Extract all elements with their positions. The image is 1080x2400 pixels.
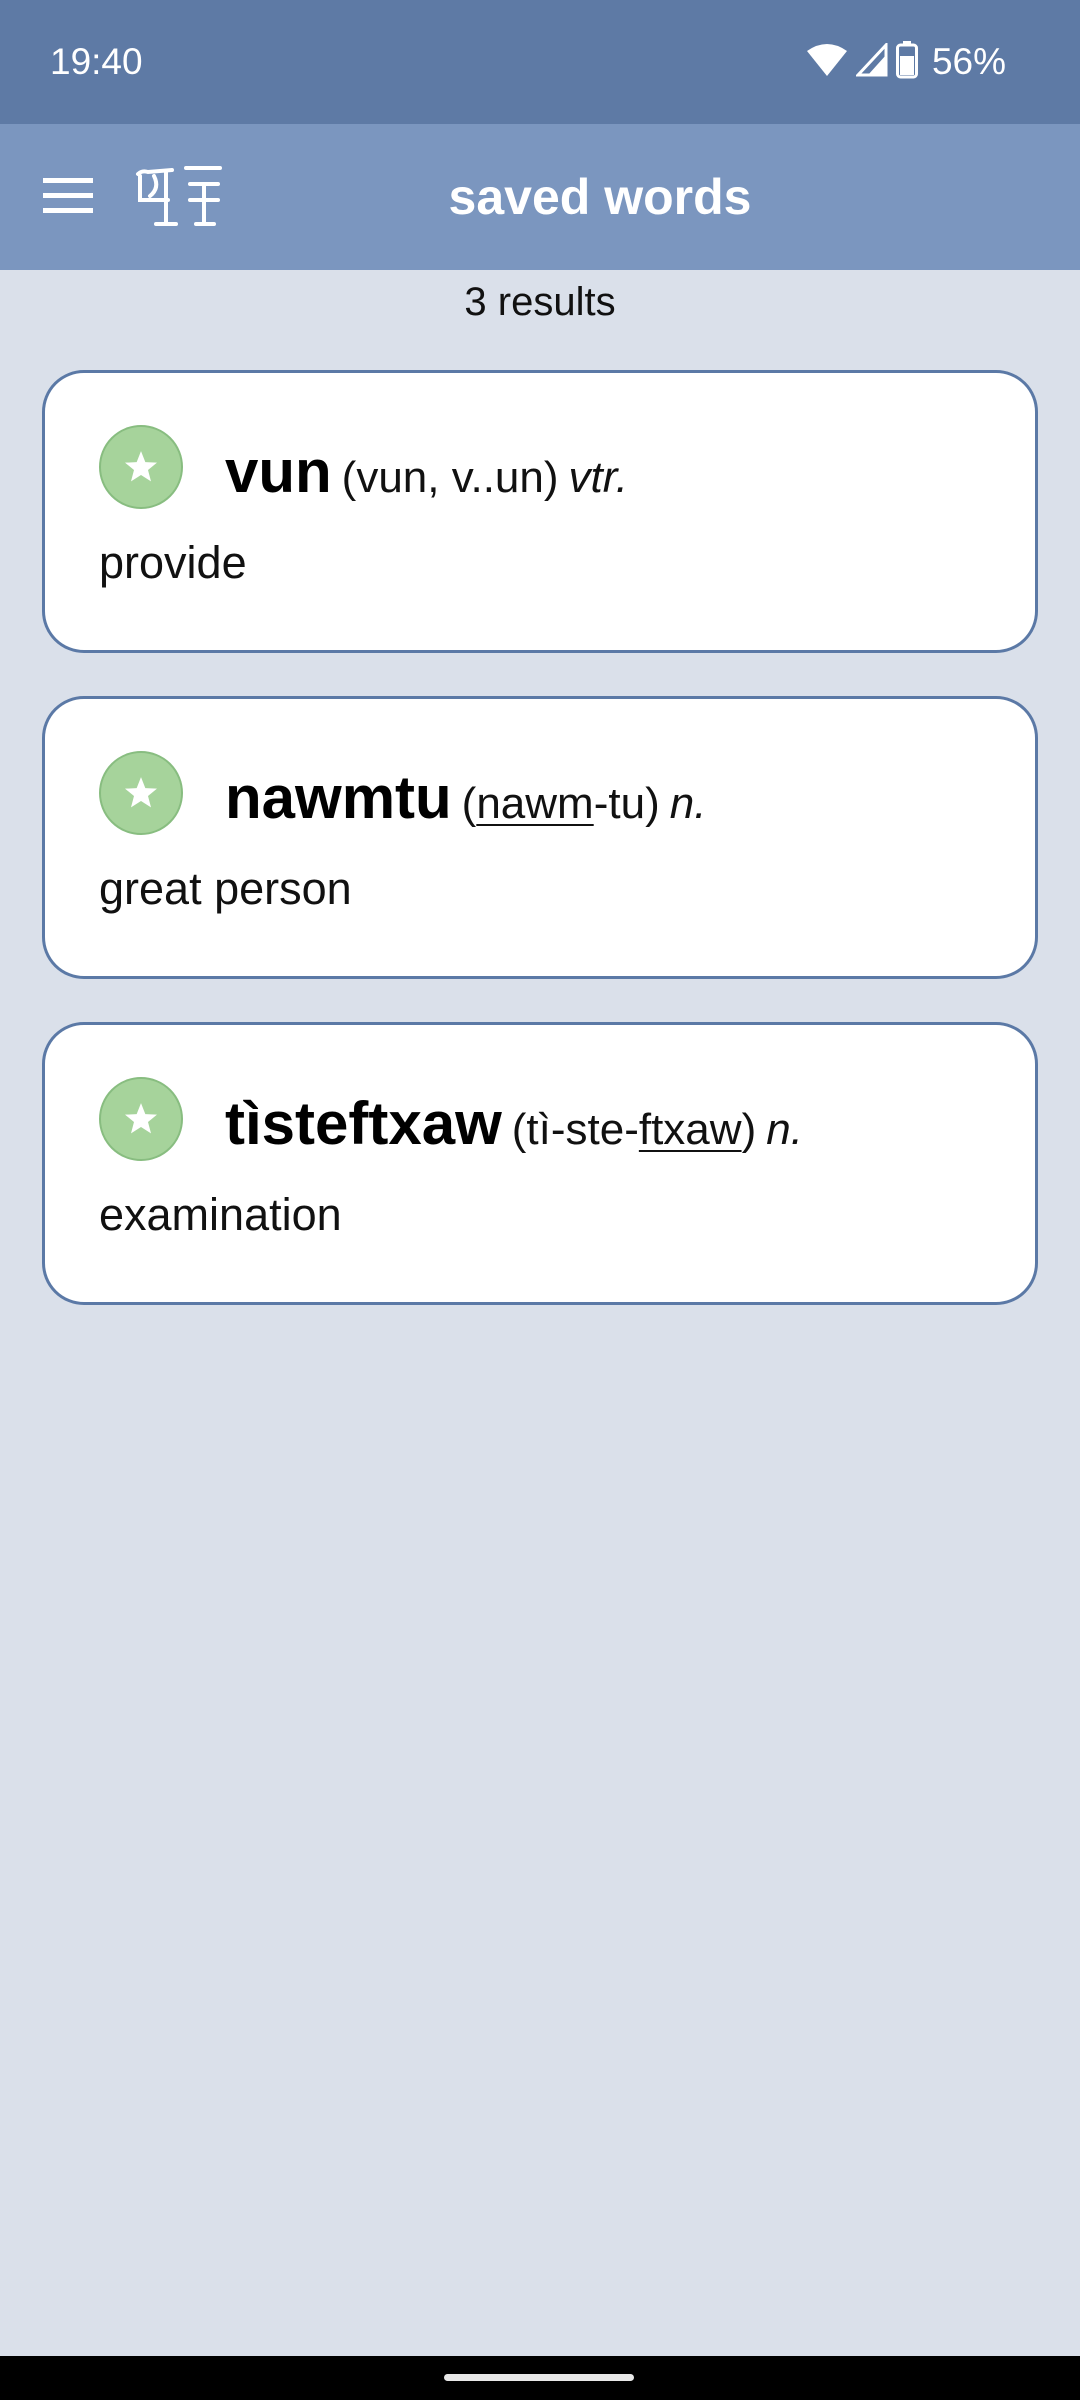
- star-icon: [125, 451, 157, 482]
- headword: tìsteftxaw: [225, 1090, 502, 1157]
- syllable: tì-ste-: [526, 1105, 639, 1154]
- definition: provide: [99, 537, 247, 588]
- favorite-star-button[interactable]: [99, 751, 183, 835]
- pronunciation-close-paren: ): [741, 1105, 757, 1154]
- part-of-speech: n.: [766, 1105, 803, 1154]
- part-of-speech: n.: [669, 779, 707, 828]
- wifi-icon: [806, 43, 848, 81]
- headword: nawmtu: [225, 764, 452, 831]
- pronunciation-close-paren: ): [543, 453, 559, 502]
- syllable: vun: [356, 453, 428, 502]
- word-entry-line: nawmtu (nawm-tu) n.: [225, 753, 706, 843]
- app-bar: saved words: [0, 124, 1080, 270]
- status-icons: 56%: [806, 38, 1006, 86]
- status-time: 19:40: [50, 41, 143, 82]
- pronunciation-close-paren: ): [645, 779, 660, 828]
- word-card[interactable]: nawmtu (nawm-tu) n. great person: [42, 696, 1038, 979]
- navigation-bar: [0, 2356, 1080, 2400]
- word-entry-line: tìsteftxaw (tì-ste-ftxaw) n.: [225, 1079, 803, 1169]
- word-card[interactable]: vun (vun, v..un) vtr. provide: [42, 370, 1038, 653]
- headword: vun: [225, 438, 332, 505]
- pronunciation-open-paren: (: [341, 453, 357, 502]
- results-count: 3 results: [464, 280, 616, 324]
- definition: examination: [99, 1189, 342, 1240]
- cell-signal-icon: [854, 41, 888, 81]
- pronunciation: (vun, v..un): [342, 453, 559, 502]
- star-icon: [125, 1103, 157, 1134]
- app-logo-icon: [134, 162, 226, 232]
- menu-button[interactable]: [28, 165, 108, 229]
- home-indicator[interactable]: [444, 2374, 634, 2381]
- word-card[interactable]: tìsteftxaw (tì-ste-ftxaw) n. examination: [42, 1022, 1038, 1305]
- part-of-speech: vtr.: [568, 453, 628, 502]
- status-bar: 19:40 56%: [0, 0, 1080, 124]
- favorite-star-button[interactable]: [99, 1077, 183, 1161]
- pronunciation: (tì-ste-ftxaw): [512, 1105, 756, 1154]
- app-logo-button[interactable]: [130, 160, 230, 234]
- syllable: , v..un: [427, 453, 544, 502]
- page-title: saved words: [448, 169, 752, 225]
- pronunciation-open-paren: (: [461, 779, 477, 828]
- definition: great person: [99, 863, 352, 914]
- pronunciation-open-paren: (: [511, 1105, 527, 1154]
- hamburger-menu-icon: [43, 176, 93, 218]
- stressed-syllable: ftxaw: [638, 1105, 742, 1154]
- pronunciation: (nawm-tu): [462, 779, 660, 828]
- star-icon: [125, 777, 157, 808]
- word-entry-line: vun (vun, v..un) vtr.: [225, 427, 628, 517]
- saved-word-list: vun (vun, v..un) vtr. provide nawmtu (nawm-tu…: [42, 370, 1038, 1348]
- battery-icon: [895, 41, 918, 83]
- stressed-syllable: nawm: [476, 779, 594, 828]
- battery-percent: 56%: [931, 41, 1006, 82]
- syllable: -tu: [593, 779, 646, 828]
- favorite-star-button[interactable]: [99, 425, 183, 509]
